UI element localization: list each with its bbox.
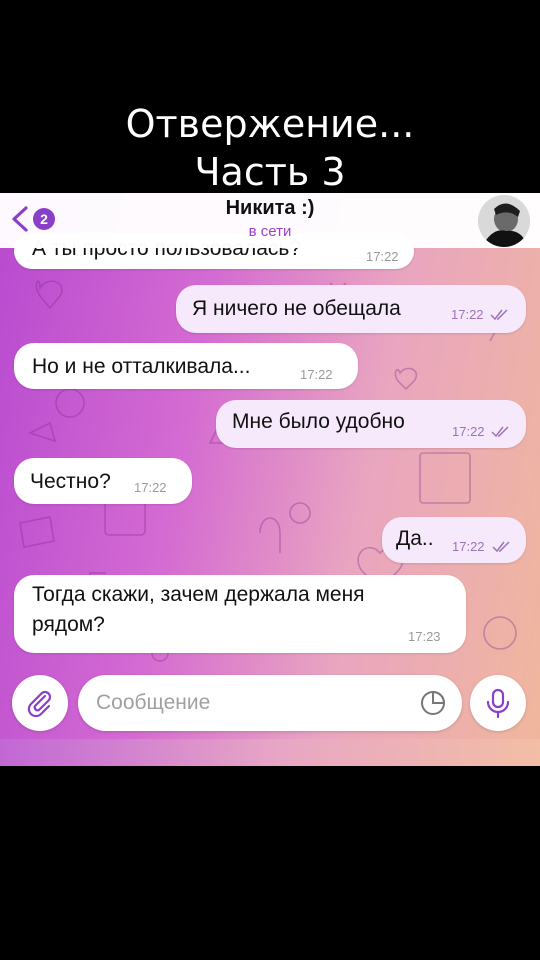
message-text: Да.. [396,527,434,550]
message-time: 17:22 [452,424,485,439]
message-time: 17:23 [408,629,441,644]
message-text-line-2: рядом? [32,613,105,636]
paperclip-icon [27,690,52,718]
message-time: 17:22 [366,249,399,264]
message-input-placeholder: Сообщение [96,691,211,714]
message-time: 17:22 [451,307,484,322]
message-text: Но и не отталкивала... [32,355,251,378]
message-time: 17:22 [134,480,167,495]
message-text: Я ничего не обещала [192,297,401,320]
message-incoming[interactable]: Но и не отталкивала... 17:22 [14,343,358,389]
message-input[interactable]: Сообщение [78,675,462,731]
contact-status: в сети [248,223,292,240]
message-outgoing[interactable]: Мне было удобно 17:22 [216,400,526,448]
message-time: 17:22 [300,367,333,382]
caption-line-1: Отвержение... [125,102,415,146]
avatar-photo [478,195,530,247]
message-incoming[interactable]: Тогда скажи, зачем держала меня рядом? 1… [14,575,466,653]
double-check-icon [492,541,510,553]
message-text-line-1: Тогда скажи, зачем держала меня [32,583,365,606]
double-check-icon [490,309,508,321]
caption-line-2: Часть 3 [194,150,346,194]
message-text: Мне было удобно [232,410,405,433]
message-time: 17:22 [452,539,485,554]
message-composer: Сообщение [0,673,540,739]
sticker-icon[interactable] [418,688,448,718]
contact-name[interactable]: Никита :) [0,197,540,220]
home-indicator-area [0,739,540,766]
avatar[interactable] [478,195,530,247]
voice-record-button[interactable] [470,675,526,731]
chat-header: 2 Никита :) в сети [0,193,540,248]
message-text: Честно? [30,470,111,493]
video-caption: Отвержение... Часть 3 [0,100,540,196]
microphone-icon [486,688,510,719]
chat-screen: 2 Никита :) в сети А ты просто пользовал… [0,193,540,766]
message-outgoing[interactable]: Я ничего не обещала 17:22 [176,285,526,333]
message-incoming[interactable]: Честно? 17:22 [14,458,192,504]
double-check-icon [491,426,509,438]
attach-button[interactable] [12,675,68,731]
message-outgoing[interactable]: Да.. 17:22 [382,517,526,563]
